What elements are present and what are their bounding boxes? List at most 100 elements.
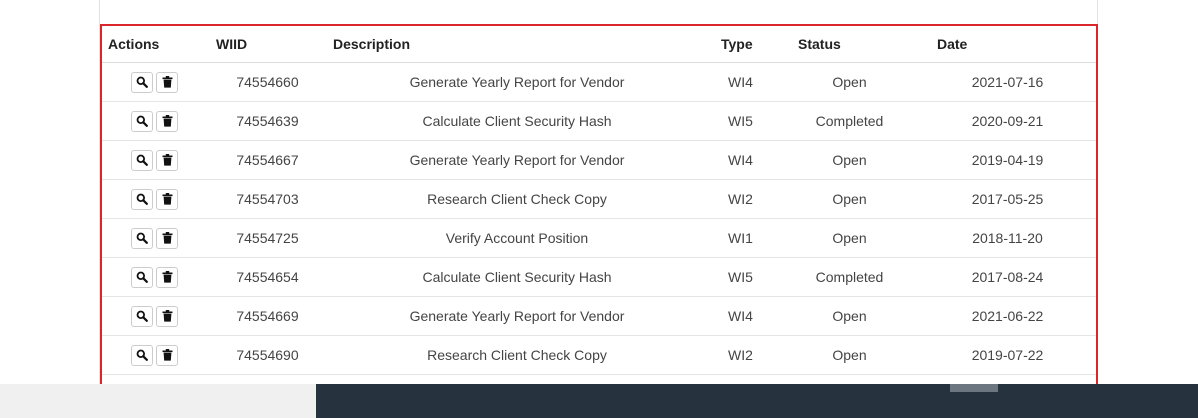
cell-type: WI1 [701, 218, 780, 258]
cell-date: 2021-06-22 [919, 296, 1096, 336]
trash-icon [162, 154, 173, 166]
delete-button[interactable] [156, 305, 178, 327]
column-header-date[interactable]: Date [919, 26, 1096, 63]
cell-description: Calculate Client Security Hash [333, 101, 701, 141]
work-items-table-container: Actions WIID Description Type Status Dat… [100, 24, 1098, 392]
row-actions [102, 179, 202, 219]
column-header-actions: Actions [102, 26, 202, 63]
cell-date: 2019-07-22 [919, 335, 1096, 375]
cell-status: Open [780, 296, 919, 336]
table-row: 74554639 Calculate Client Security Hash WI… [102, 101, 1096, 141]
table-row: 74554703 Research Client Check Copy WI2 Ope… [102, 179, 1096, 219]
horizontal-scrollbar-track[interactable] [0, 384, 316, 418]
cell-wiid: 74554669 [202, 296, 333, 336]
view-button[interactable] [131, 110, 153, 132]
trash-icon [162, 349, 173, 361]
row-actions [102, 296, 202, 336]
cell-wiid: 74554667 [202, 140, 333, 180]
view-button[interactable] [131, 344, 153, 366]
cell-wiid: 74554690 [202, 335, 333, 375]
cell-description: Generate Yearly Report for Vendor [333, 296, 701, 336]
cell-status: Completed [780, 101, 919, 141]
column-header-type[interactable]: Type [701, 26, 780, 63]
delete-button[interactable] [156, 71, 178, 93]
view-button[interactable] [131, 71, 153, 93]
delete-button[interactable] [156, 266, 178, 288]
cell-type: WI4 [701, 296, 780, 336]
delete-button[interactable] [156, 227, 178, 249]
cell-type: WI2 [701, 335, 780, 375]
cell-wiid: 74554725 [202, 218, 333, 258]
trash-icon [162, 76, 173, 88]
row-actions [102, 335, 202, 375]
search-icon [136, 310, 148, 322]
cell-wiid: 74554639 [202, 101, 333, 141]
row-actions [102, 218, 202, 258]
cell-description: Generate Yearly Report for Vendor [333, 140, 701, 180]
cell-status: Open [780, 335, 919, 375]
search-icon [136, 232, 148, 244]
cell-date: 2018-11-20 [919, 218, 1096, 258]
cell-date: 2020-09-21 [919, 101, 1096, 141]
view-button[interactable] [131, 149, 153, 171]
view-button[interactable] [131, 227, 153, 249]
table-row: 74554669 Generate Yearly Report for Vendo… [102, 296, 1096, 336]
cell-status: Open [780, 179, 919, 219]
delete-button[interactable] [156, 149, 178, 171]
trash-icon [162, 271, 173, 283]
cell-type: WI5 [701, 257, 780, 297]
cell-wiid: 74554703 [202, 179, 333, 219]
cell-type: WI5 [701, 101, 780, 141]
cell-date: 2019-04-19 [919, 140, 1096, 180]
table-row: 74554690 Research Client Check Copy WI2 Ope… [102, 335, 1096, 375]
row-actions [102, 101, 202, 141]
search-icon [136, 349, 148, 361]
table-row: 74554725 Verify Account Position WI1 Open 20… [102, 218, 1096, 258]
bottom-bar [0, 384, 1198, 418]
row-actions [102, 257, 202, 297]
cell-wiid: 74554654 [202, 257, 333, 297]
cell-description: Research Client Check Copy [333, 179, 701, 219]
trash-icon [162, 232, 173, 244]
cell-date: 2017-08-24 [919, 257, 1096, 297]
cell-description: Research Client Check Copy [333, 335, 701, 375]
view-button[interactable] [131, 305, 153, 327]
cell-status: Completed [780, 257, 919, 297]
footer-bar [316, 384, 1198, 418]
table-header-row: Actions WIID Description Type Status Dat… [102, 26, 1096, 63]
table-row: 74554667 Generate Yearly Report for Vendo… [102, 140, 1096, 180]
cell-type: WI4 [701, 62, 780, 102]
cell-status: Open [780, 62, 919, 102]
row-actions [102, 140, 202, 180]
column-header-wiid[interactable]: WIID [202, 26, 333, 63]
cell-status: Open [780, 140, 919, 180]
delete-button[interactable] [156, 188, 178, 210]
search-icon [136, 271, 148, 283]
table-row: 74554660 Generate Yearly Report for Vendo… [102, 62, 1096, 102]
cell-description: Verify Account Position [333, 218, 701, 258]
view-button[interactable] [131, 188, 153, 210]
delete-button[interactable] [156, 344, 178, 366]
trash-icon [162, 115, 173, 127]
cell-date: 2017-05-25 [919, 179, 1096, 219]
cell-wiid: 74554660 [202, 62, 333, 102]
search-icon [136, 76, 148, 88]
cell-type: WI2 [701, 179, 780, 219]
table-body: 74554660 Generate Yearly Report for Vendo… [102, 62, 1096, 375]
cell-description: Generate Yearly Report for Vendor [333, 62, 701, 102]
search-icon [136, 193, 148, 205]
column-header-description[interactable]: Description [333, 26, 701, 63]
search-icon [136, 115, 148, 127]
cell-description: Calculate Client Security Hash [333, 257, 701, 297]
search-icon [136, 154, 148, 166]
work-items-table: Actions WIID Description Type Status Dat… [102, 26, 1096, 375]
cell-type: WI4 [701, 140, 780, 180]
trash-icon [162, 310, 173, 322]
delete-button[interactable] [156, 110, 178, 132]
view-button[interactable] [131, 266, 153, 288]
column-header-status[interactable]: Status [780, 26, 919, 63]
scrollbar-thumb[interactable] [950, 384, 998, 392]
cell-status: Open [780, 218, 919, 258]
trash-icon [162, 193, 173, 205]
table-row: 74554654 Calculate Client Security Hash WI… [102, 257, 1096, 297]
